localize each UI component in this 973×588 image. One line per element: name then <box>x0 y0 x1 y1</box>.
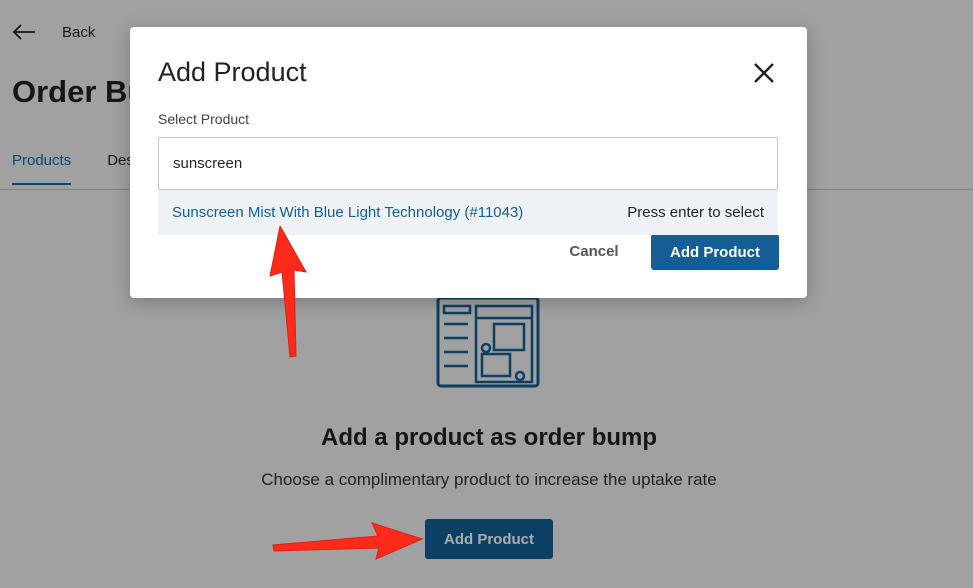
modal-add-product-button[interactable]: Add Product <box>651 234 779 270</box>
modal-title: Add Product <box>158 57 307 87</box>
product-search-input[interactable] <box>158 137 778 190</box>
result-product-name: Sunscreen Mist With Blue Light Technolog… <box>172 204 524 221</box>
search-result-option[interactable]: Sunscreen Mist With Blue Light Technolog… <box>158 190 778 235</box>
select-product-label: Select Product <box>158 111 250 127</box>
add-product-modal: Add Product Select Product Cancel Add Pr… <box>130 27 807 298</box>
close-icon[interactable] <box>751 60 777 86</box>
cancel-button[interactable]: Cancel <box>556 236 632 266</box>
press-enter-hint: Press enter to select <box>627 204 764 221</box>
